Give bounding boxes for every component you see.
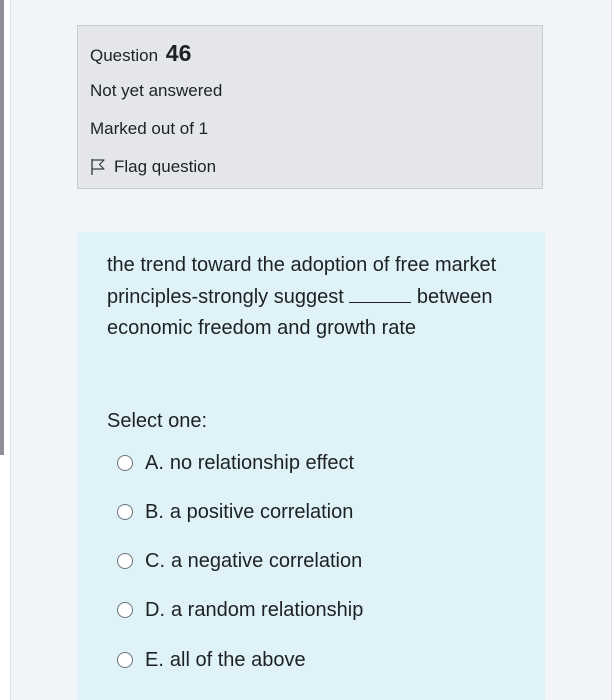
- question-heading: Question 46: [90, 40, 191, 67]
- option-text: no relationship effect: [169, 451, 355, 474]
- option-letter: D.: [145, 598, 165, 621]
- radio-unchecked-icon[interactable]: [117, 652, 133, 668]
- flag-question-button[interactable]: Flag question: [90, 157, 216, 177]
- answer-option-e[interactable]: E. all of the above: [117, 645, 306, 675]
- radio-unchecked-icon[interactable]: [117, 602, 133, 618]
- option-letter: B.: [145, 500, 164, 523]
- question-grade: Marked out of 1: [90, 119, 209, 138]
- radio-unchecked-icon[interactable]: [117, 504, 133, 520]
- question-number: 46: [165, 40, 192, 66]
- answer-option-c[interactable]: C. a negative correlation: [117, 546, 362, 576]
- scroll-indicator-bar: [0, 0, 4, 455]
- select-prompt: Select one:: [107, 410, 208, 432]
- question-info-panel: Question 46 Not yet answered Marked out …: [77, 25, 543, 189]
- option-text: a positive correlation: [169, 500, 354, 523]
- answer-blank: [349, 284, 412, 303]
- flag-question-label: Flag question: [114, 157, 217, 176]
- option-letter: A.: [145, 451, 164, 474]
- question-state: Not yet answered: [90, 81, 223, 100]
- option-letter: C.: [145, 549, 165, 572]
- flag-outline-icon: [91, 159, 105, 175]
- quiz-page: Question 46 Not yet answered Marked out …: [0, 0, 614, 700]
- option-text: all of the above: [169, 648, 306, 671]
- answer-option-b[interactable]: B. a positive correlation: [117, 497, 353, 527]
- question-text: the trend toward the adoption of free ma…: [107, 250, 527, 345]
- radio-unchecked-icon[interactable]: [117, 455, 133, 471]
- option-letter: E.: [145, 648, 164, 671]
- radio-unchecked-icon[interactable]: [117, 553, 133, 569]
- option-text: a random relationship: [171, 598, 364, 621]
- answer-option-d[interactable]: D. a random relationship: [117, 595, 363, 625]
- option-text: a negative correlation: [171, 549, 363, 572]
- answer-option-a[interactable]: A. no relationship effect: [117, 448, 354, 478]
- question-content-panel: the trend toward the adoption of free ma…: [77, 232, 545, 700]
- question-label: Question: [90, 46, 159, 65]
